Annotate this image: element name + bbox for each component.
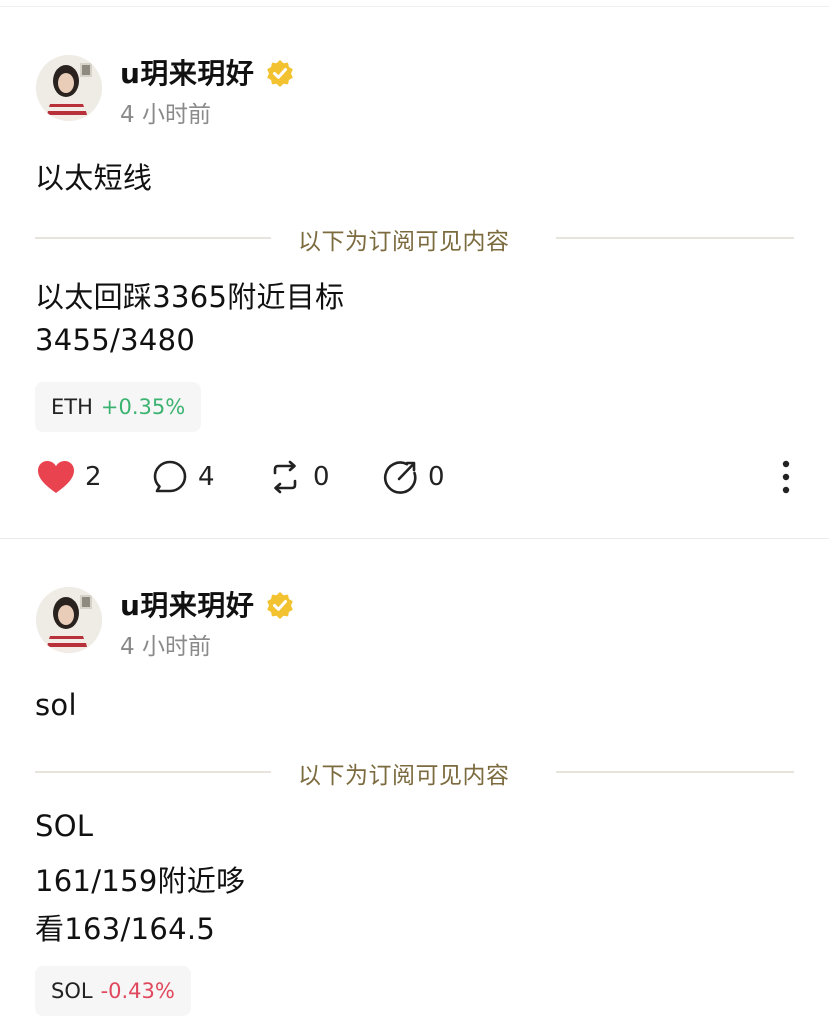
verified-badge-icon [267,60,293,87]
ticker-change: +0.35% [100,395,186,419]
subscription-label: 以下为订阅可见内容 [298,763,510,789]
avatar[interactable] [36,587,102,653]
ticker-symbol: ETH [51,395,93,419]
ticker-change: -0.43% [100,979,175,1003]
action-bar: 2 4 0 0 [0,452,829,502]
comment-icon [153,460,187,493]
divider-line-left [35,237,271,239]
content-line: 以太回踩3365附近目标 [35,280,345,314]
top-divider [0,6,829,7]
comment-button[interactable]: 4 [152,452,215,502]
ticker-chip[interactable]: ETH +0.35% [35,382,202,432]
like-count: 2 [85,462,102,492]
subscription-divider: 以下为订阅可见内容 [0,752,829,792]
author-name[interactable]: u玥来玥好 [120,52,254,92]
content-line: 看163/164.5 [35,912,216,946]
subscription-label: 以下为订阅可见内容 [298,229,510,255]
heart-icon [38,461,74,493]
repost-button[interactable]: 0 [267,452,330,502]
divider-line-left [35,771,271,773]
divider-line-right [556,771,794,773]
share-button[interactable]: 0 [382,452,445,502]
post-intro: sol [35,688,77,722]
more-vertical-icon[interactable] [774,452,798,502]
post-time: 4 小时前 [120,634,211,660]
repost-icon [273,460,297,494]
content-line: 3455/3480 [35,323,196,357]
subscription-divider: 以下为订阅可见内容 [0,218,829,258]
share-count: 0 [428,462,445,492]
ticker-symbol: SOL [51,979,93,1003]
avatar[interactable] [36,55,102,121]
author-name[interactable]: u玥来玥好 [120,584,254,624]
divider-line-right [556,237,794,239]
comment-count: 4 [198,462,215,492]
like-button[interactable]: 2 [37,452,102,502]
ticker-chip[interactable]: SOL -0.43% [35,966,191,1016]
post-intro: 以太短线 [35,161,153,195]
content-line: SOL [35,809,94,843]
verified-badge-icon [267,592,293,619]
share-icon [383,461,417,494]
post-separator [0,538,829,539]
post-time: 4 小时前 [120,102,211,128]
content-line: 161/159附近哆 [35,864,246,898]
repost-count: 0 [313,462,330,492]
